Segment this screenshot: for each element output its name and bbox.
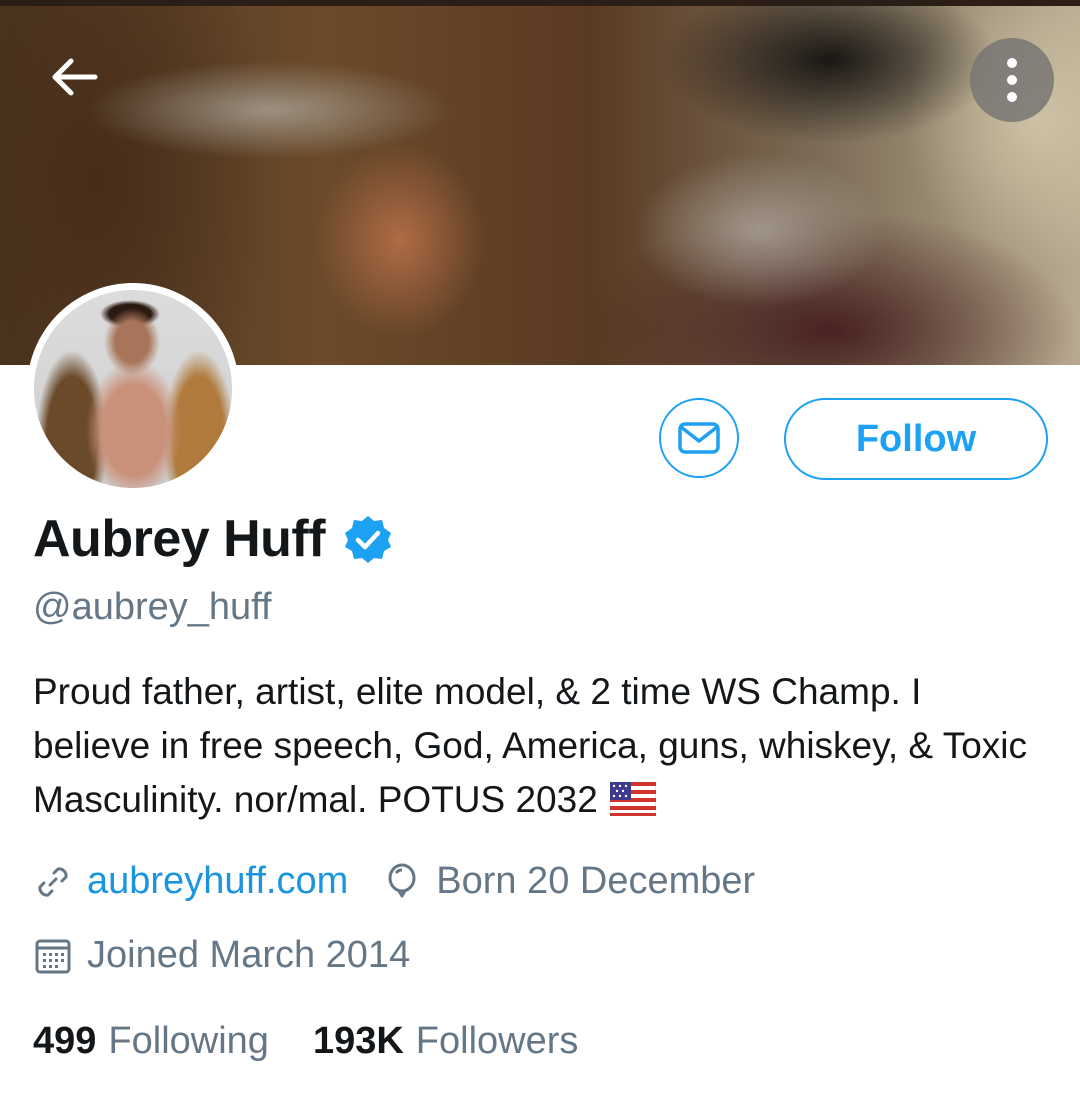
profile-joined-row: Joined March 2014 <box>33 934 410 977</box>
more-vertical-icon <box>1007 58 1017 102</box>
envelope-icon <box>678 422 720 454</box>
profile-stats: 499 Following 193K Followers <box>33 1020 578 1063</box>
profile-bio: Proud father, artist, elite model, & 2 t… <box>33 665 1043 827</box>
followers-count: 193K <box>312 1020 404 1062</box>
back-button[interactable] <box>42 52 106 102</box>
birthday-text: Born 20 December <box>436 860 756 902</box>
us-flag-emoji <box>609 782 656 816</box>
verified-badge-icon <box>345 516 392 563</box>
arrow-left-icon <box>52 58 98 96</box>
more-options-button[interactable] <box>970 38 1054 122</box>
message-button[interactable] <box>659 398 739 478</box>
joined-text: Joined March 2014 <box>87 934 411 976</box>
following-count: 499 <box>33 1020 97 1062</box>
following-stat[interactable]: 499 Following <box>33 1020 269 1063</box>
profile-name: Aubrey Huff <box>33 510 326 568</box>
avatar-image <box>34 290 232 488</box>
followers-stat[interactable]: 193K Followers <box>313 1020 578 1063</box>
link-icon <box>38 866 68 897</box>
follow-button[interactable]: Follow <box>784 398 1048 480</box>
following-label: Following <box>108 1020 269 1062</box>
profile-handle: @aubrey_huff <box>33 586 272 628</box>
avatar[interactable] <box>27 283 239 495</box>
followers-label: Followers <box>415 1020 579 1062</box>
website-link[interactable]: aubreyhuff.com <box>87 860 348 903</box>
profile-meta-row: aubreyhuff.com Born 20 December <box>33 860 755 903</box>
bio-text: Proud father, artist, elite model, & 2 t… <box>33 671 1028 820</box>
profile-name-row: Aubrey Huff <box>33 506 393 572</box>
balloon-icon <box>388 863 416 897</box>
calendar-icon <box>35 939 71 973</box>
